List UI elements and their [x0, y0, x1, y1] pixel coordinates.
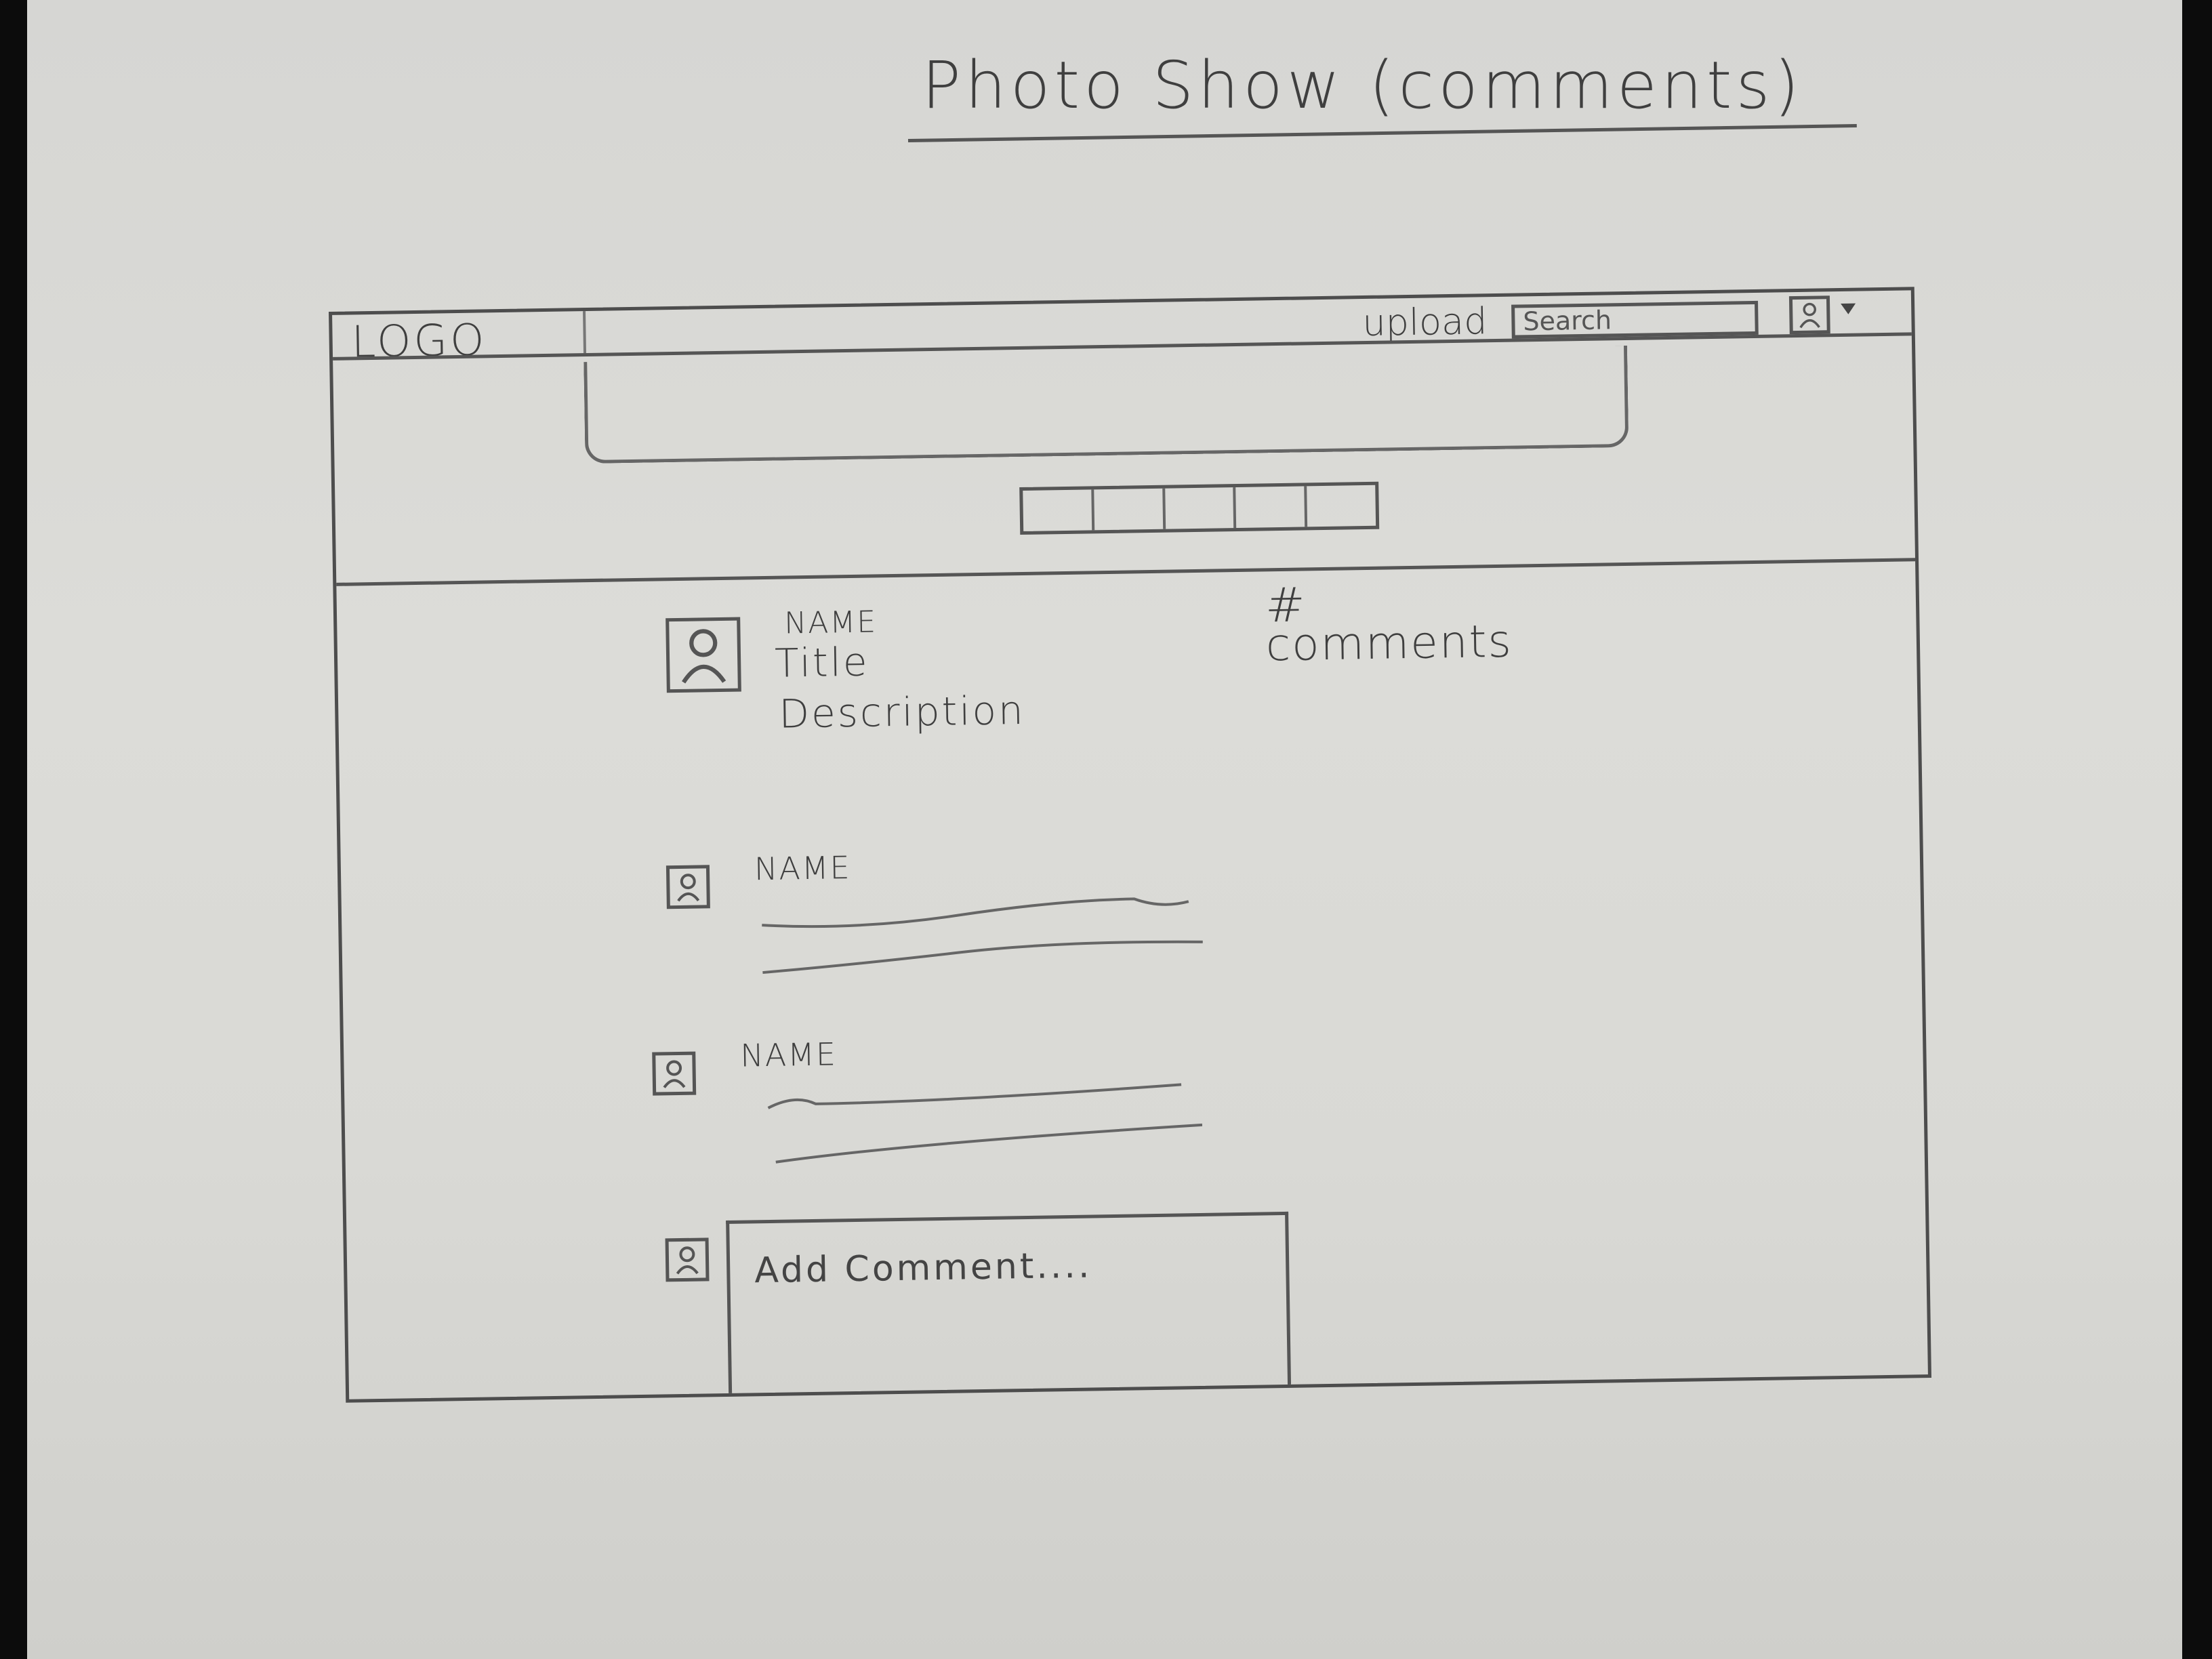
- comment-item: NAME: [652, 1029, 1264, 1188]
- commenter-name[interactable]: NAME: [754, 849, 851, 887]
- comment-item: NAME: [665, 842, 1278, 1001]
- pager-item[interactable]: [1164, 487, 1237, 529]
- pager-item[interactable]: [1235, 486, 1308, 528]
- photo-pager: [1019, 481, 1380, 535]
- current-user-avatar-icon: [665, 1237, 710, 1282]
- owner-avatar-icon[interactable]: [665, 617, 741, 693]
- header-divider: [583, 311, 587, 354]
- owner-name[interactable]: NAME: [784, 605, 878, 640]
- search-input[interactable]: [1511, 300, 1759, 339]
- add-comment-input[interactable]: [726, 1211, 1292, 1393]
- comment-text-placeholder: [762, 897, 1203, 975]
- photo-description: Description: [778, 687, 1026, 737]
- pager-item[interactable]: [1023, 489, 1094, 531]
- commenter-avatar-icon[interactable]: [665, 865, 710, 909]
- sheet-title: Photo Show (comments): [922, 47, 1803, 123]
- paper-sheet: Photo Show (comments) LOGO upload NA: [27, 0, 2182, 1659]
- pager-item[interactable]: [1094, 488, 1166, 531]
- comment-text-placeholder: [767, 1083, 1203, 1164]
- section-divider: [336, 558, 1916, 586]
- photo-title: Title: [774, 638, 870, 687]
- commenter-avatar-icon[interactable]: [652, 1051, 697, 1096]
- user-menu-button[interactable]: [1788, 295, 1864, 335]
- commenter-name[interactable]: NAME: [740, 1036, 837, 1073]
- comment-count-label: comments: [1265, 615, 1513, 672]
- upload-link[interactable]: upload: [1362, 300, 1488, 344]
- pager-item[interactable]: [1307, 485, 1376, 527]
- avatar-icon: [1788, 295, 1830, 335]
- photo-viewer[interactable]: [583, 345, 1629, 464]
- app-window: LOGO upload NAME Title Description #: [329, 287, 1931, 1403]
- caret-down-icon: [1841, 303, 1856, 314]
